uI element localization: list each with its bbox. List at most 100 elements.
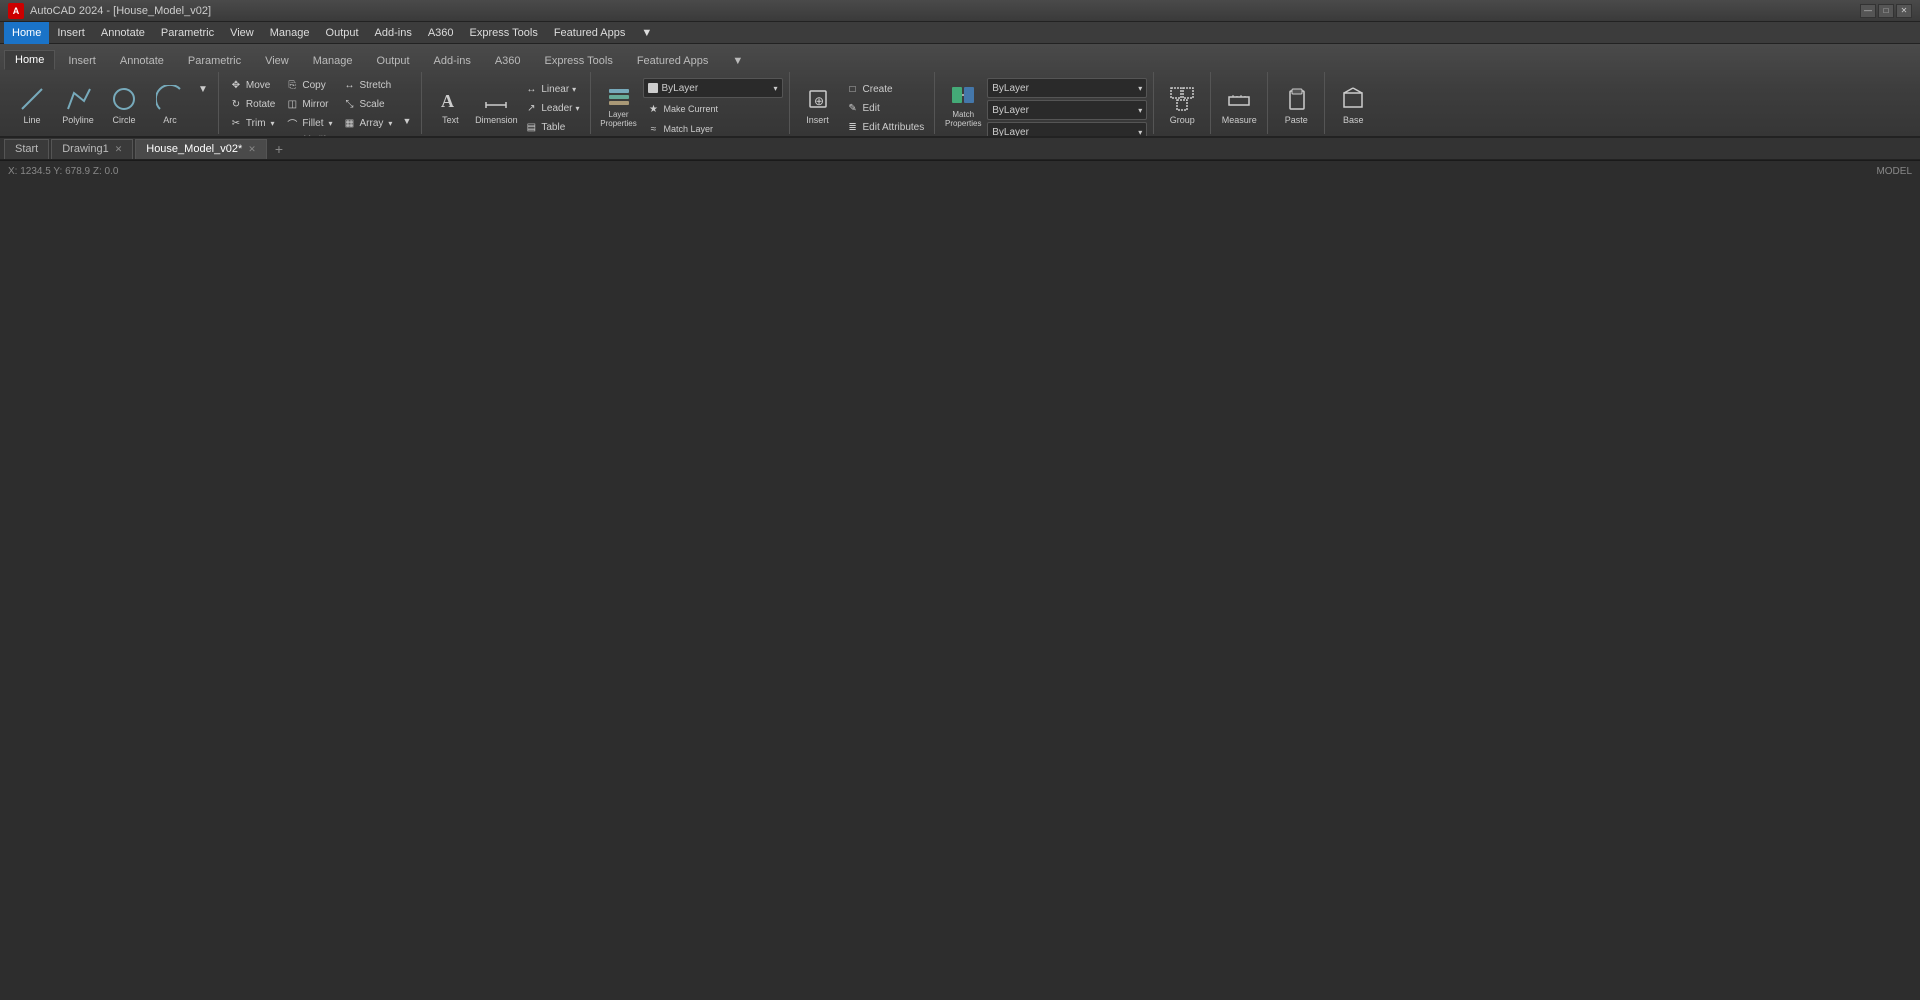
tab-custom[interactable]: ▼ [721, 51, 754, 70]
draw-more-icon: ▼ [198, 84, 208, 95]
line-button[interactable]: Line [10, 76, 54, 134]
paste-button[interactable]: Paste [1274, 76, 1318, 134]
move-button[interactable]: ✥ Move [225, 76, 279, 94]
block-edit-label: Edit [863, 103, 880, 114]
close-button[interactable]: ✕ [1896, 4, 1912, 18]
table-button[interactable]: ▤ Table [520, 118, 583, 136]
tab-start[interactable]: Start [4, 139, 49, 159]
minimize-button[interactable]: — [1860, 4, 1876, 18]
block-col: □ Create ✎ Edit ≣ Edit Attributes [842, 76, 929, 136]
menu-a360[interactable]: A360 [420, 22, 462, 44]
match-properties-button[interactable]: MatchProperties [941, 76, 985, 134]
paste-icon [1282, 85, 1310, 113]
scale-icon: ⤡ [343, 97, 357, 111]
tab-output[interactable]: Output [366, 51, 421, 70]
make-current-button[interactable]: ★ Make Current [643, 100, 723, 118]
measure-button[interactable]: Measure [1217, 76, 1261, 134]
text-button[interactable]: A Text [428, 76, 472, 134]
menu-home[interactable]: Home [4, 22, 49, 44]
mirror-button[interactable]: ◫ Mirror [281, 95, 336, 113]
layers-col: ByLayer ▾ ★ Make Current ≈ Match Layer [643, 76, 783, 136]
trim-dropdown[interactable]: ▾ [271, 119, 275, 128]
tab-view[interactable]: View [254, 51, 300, 70]
array-button[interactable]: ▦ Array ▾ [339, 114, 397, 132]
restore-button[interactable]: □ [1878, 4, 1894, 18]
layer-combo[interactable]: ByLayer ▾ [643, 78, 783, 98]
menu-manage[interactable]: Manage [262, 22, 318, 44]
base-button[interactable]: Base [1331, 76, 1375, 134]
trim-button[interactable]: ✂ Trim ▾ [225, 114, 279, 132]
tab-manage[interactable]: Manage [302, 51, 364, 70]
app-icon: A [8, 3, 24, 19]
tab-addins[interactable]: Add-ins [423, 51, 482, 70]
scale-label: Scale [360, 99, 385, 110]
block-edit-button[interactable]: ✎ Edit [842, 99, 929, 117]
stretch-button[interactable]: ↔ Stretch [339, 76, 397, 94]
tab-home[interactable]: Home [4, 50, 55, 70]
properties-bylayer-combo3[interactable]: ByLayer ▾ [987, 122, 1147, 136]
menu-output[interactable]: Output [318, 22, 367, 44]
tab-parametric[interactable]: Parametric [177, 51, 252, 70]
arc-label: Arc [163, 115, 177, 126]
insert-button[interactable]: ⊕ Insert [796, 76, 840, 134]
tab-featured[interactable]: Featured Apps [626, 51, 720, 70]
menu-featured[interactable]: Featured Apps [546, 22, 634, 44]
bylayer-value2: ByLayer [992, 105, 1029, 116]
match-layer-button[interactable]: ≈ Match Layer [643, 120, 718, 136]
menu-express[interactable]: Express Tools [462, 22, 546, 44]
status-coords: X: 1234.5 Y: 678.9 Z: 0.0 [8, 166, 118, 177]
make-current-label: Make Current [664, 104, 719, 114]
tab-house-close[interactable]: ✕ [248, 144, 256, 155]
leader-dropdown[interactable]: ▾ [576, 104, 580, 113]
linear-button[interactable]: ↔ Linear ▾ [520, 80, 583, 98]
layer-combo-arrow: ▾ [774, 84, 778, 93]
copy-button[interactable]: ⎘ Copy [281, 76, 336, 94]
create-button[interactable]: □ Create [842, 80, 929, 98]
fillet-button[interactable]: ⌒ Fillet ▾ [281, 114, 336, 132]
fillet-dropdown[interactable]: ▾ [329, 119, 333, 128]
rotate-button[interactable]: ↻ Rotate [225, 95, 279, 113]
line-label: Line [23, 115, 40, 126]
tab-annotate[interactable]: Annotate [109, 51, 175, 70]
menu-insert[interactable]: Insert [49, 22, 93, 44]
tab-add-button[interactable]: + [269, 139, 289, 159]
polyline-button[interactable]: Polyline [56, 76, 100, 134]
tab-drawing1[interactable]: Drawing1 ✕ [51, 139, 133, 159]
edit-attributes-button[interactable]: ≣ Edit Attributes [842, 118, 929, 136]
array-icon: ▦ [343, 116, 357, 130]
menu-annotate[interactable]: Annotate [93, 22, 153, 44]
ribbon-group-draw: Line Polyline Circle [4, 72, 219, 134]
polyline-icon [64, 85, 92, 113]
scale-button[interactable]: ⤡ Scale [339, 95, 397, 113]
menu-more[interactable]: ▼ [633, 22, 660, 44]
groups-group-content: Group [1160, 72, 1204, 134]
clipboard-group-label: Clipboard [1274, 134, 1318, 136]
group-button[interactable]: Group [1160, 76, 1204, 134]
menu-view[interactable]: View [222, 22, 262, 44]
fillet-icon: ⌒ [285, 116, 299, 130]
tab-express[interactable]: Express Tools [534, 51, 624, 70]
menu-parametric[interactable]: Parametric [153, 22, 222, 44]
arc-button[interactable]: Arc [148, 76, 192, 134]
modify-group-label: Modify ▾ [225, 132, 415, 136]
layer-properties-button[interactable]: Layer Properties [597, 76, 641, 134]
tab-a360[interactable]: A360 [484, 51, 532, 70]
leader-button[interactable]: ↗ Leader ▾ [520, 99, 583, 117]
tab-house-model[interactable]: House_Model_v02* ✕ [135, 139, 267, 159]
properties-bylayer-combo2[interactable]: ByLayer ▾ [987, 100, 1147, 120]
menu-addins[interactable]: Add-ins [367, 22, 420, 44]
array-dropdown[interactable]: ▾ [388, 119, 392, 128]
line-icon [18, 85, 46, 113]
circle-button[interactable]: Circle [102, 76, 146, 134]
array-label: Array [360, 118, 384, 129]
modify-more[interactable]: ▼ [398, 112, 415, 130]
draw-more-button[interactable]: ▼ [194, 80, 212, 98]
table-icon: ▤ [524, 120, 538, 134]
layers-group-content: Layer Properties ByLayer ▾ ★ Make Curren… [597, 72, 783, 136]
linear-dropdown[interactable]: ▾ [572, 85, 576, 94]
leader-label: Leader [541, 103, 572, 114]
tab-insert[interactable]: Insert [57, 51, 107, 70]
tab-drawing1-close[interactable]: ✕ [115, 144, 123, 155]
dimension-button[interactable]: Dimension [474, 76, 518, 134]
properties-bylayer-combo1[interactable]: ByLayer ▾ [987, 78, 1147, 98]
